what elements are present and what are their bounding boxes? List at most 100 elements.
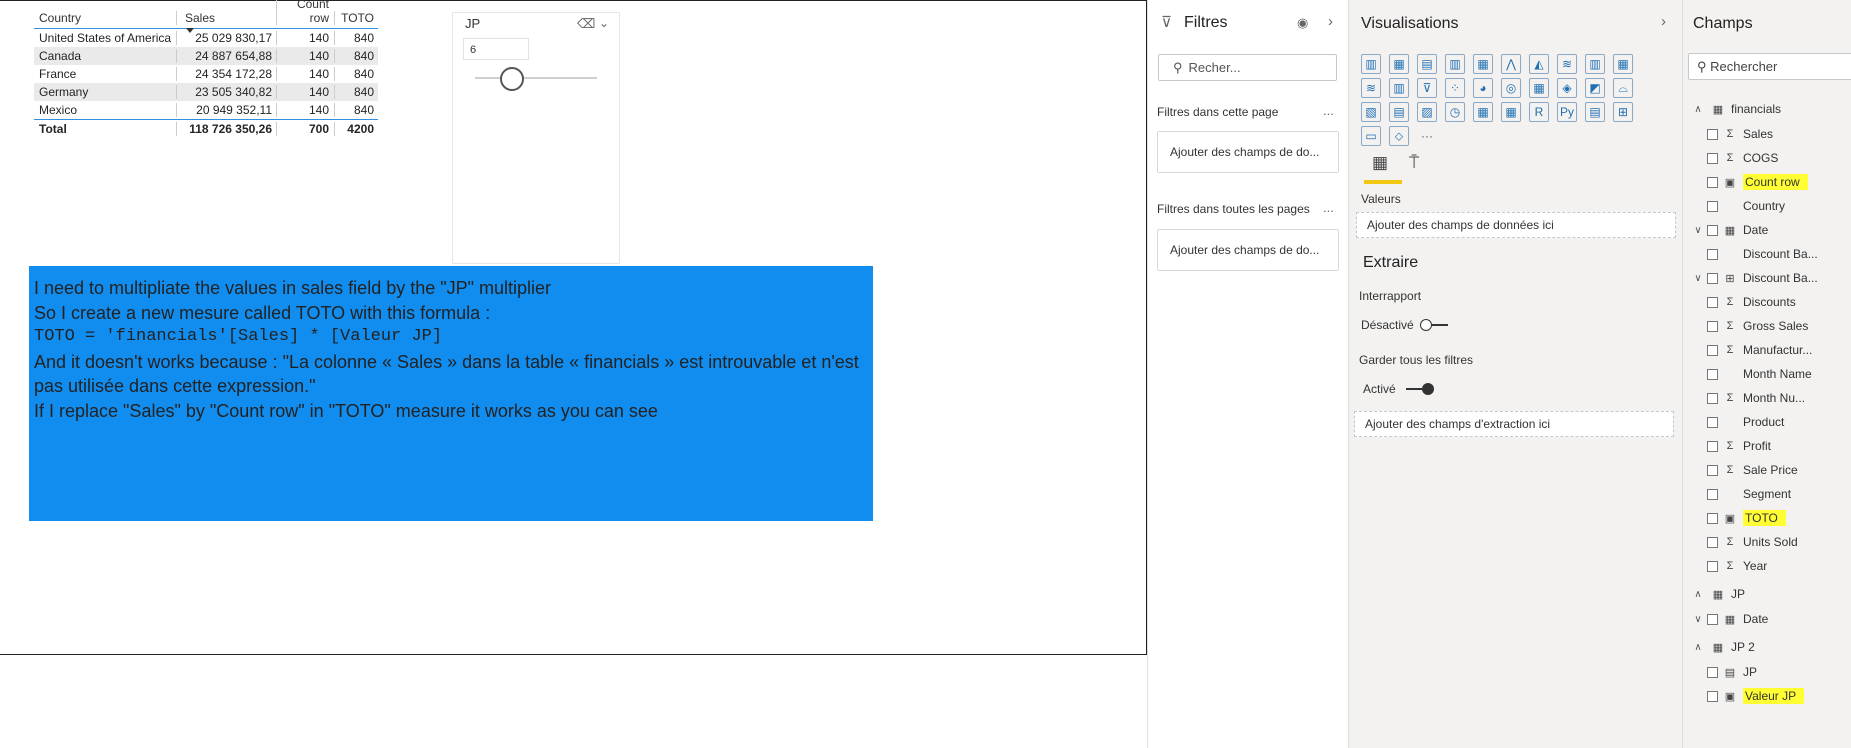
table-row[interactable]: Canada 24 887 654,88 140 840 — [34, 47, 378, 65]
visual-type-icon-5[interactable]: ▦ — [1473, 54, 1493, 74]
field-item[interactable]: Σ Year — [1689, 556, 1767, 576]
field-item[interactable]: Σ Gross Sales — [1689, 316, 1808, 336]
collapse-viz-chevron-icon[interactable]: › — [1661, 13, 1666, 30]
format-paint-roller-icon[interactable]: ⍑ — [1409, 153, 1419, 173]
visual-type-icon-23[interactable]: ▨ — [1417, 102, 1437, 122]
field-item[interactable]: ▣ Count row — [1689, 172, 1808, 192]
all-pages-filters-well[interactable]: Ajouter des champs de do... — [1157, 229, 1339, 271]
field-checkbox[interactable] — [1707, 248, 1718, 260]
field-item[interactable]: Σ COGS — [1689, 148, 1778, 168]
visual-type-icon-2[interactable]: ▦ — [1389, 54, 1409, 74]
extract-well[interactable]: Ajouter des champs d'extraction ici — [1354, 411, 1674, 437]
field-item[interactable]: Country — [1689, 196, 1785, 216]
visual-type-icon-1[interactable]: ▥ — [1361, 54, 1381, 74]
visual-type-icon-16[interactable]: ◎ — [1501, 78, 1521, 98]
field-item[interactable]: Σ Manufactur... — [1689, 340, 1812, 360]
field-checkbox[interactable] — [1707, 176, 1718, 188]
visual-type-icon-28[interactable]: Py — [1557, 102, 1577, 122]
visual-type-icon-13[interactable]: ⊽ — [1417, 78, 1437, 98]
field-checkbox[interactable] — [1707, 344, 1718, 356]
field-item[interactable]: ▤ JP — [1689, 662, 1757, 682]
visual-type-icon-12[interactable]: ▥ — [1389, 78, 1409, 98]
expand-chevron-icon[interactable]: ∨ — [1689, 273, 1707, 284]
field-checkbox[interactable] — [1707, 368, 1718, 380]
jp-slicer[interactable]: JP ⌫ ⌄ 6 — [452, 12, 620, 264]
visual-type-icon-9[interactable]: ▥ — [1585, 54, 1605, 74]
field-checkbox[interactable] — [1707, 464, 1718, 476]
visual-type-icon-4[interactable]: ▥ — [1445, 54, 1465, 74]
slicer-value-input[interactable]: 6 — [463, 38, 529, 60]
filters-search-input[interactable]: ⚲ Recher... — [1158, 54, 1337, 81]
visual-type-icon-26[interactable]: ▦ — [1501, 102, 1521, 122]
visual-type-icon-15[interactable]: ◕ — [1473, 78, 1493, 98]
field-item[interactable]: Σ Sale Price — [1689, 460, 1798, 480]
slider-handle[interactable] — [499, 67, 524, 91]
page-filters-more-icon[interactable]: ... — [1323, 103, 1334, 118]
expand-chevron-icon[interactable]: ∧ — [1689, 589, 1707, 600]
fields-search-input[interactable]: ⚲ Rechercher — [1688, 53, 1851, 80]
visual-type-icon-17[interactable]: ▦ — [1529, 78, 1549, 98]
visual-type-icon-6[interactable]: ⋀ — [1501, 54, 1521, 74]
field-table-jp[interactable]: ∧ ▦ JP — [1689, 584, 1745, 604]
visual-type-icon-31[interactable]: ▭ — [1361, 126, 1381, 146]
visual-type-icon-18[interactable]: ◈ — [1557, 78, 1577, 98]
values-well[interactable]: Ajouter des champs de données ici — [1356, 212, 1676, 238]
field-checkbox[interactable] — [1707, 488, 1718, 500]
field-checkbox[interactable] — [1707, 512, 1718, 524]
field-checkbox[interactable] — [1707, 613, 1718, 625]
eraser-icon[interactable]: ⌫ — [577, 16, 595, 32]
visual-type-icon-8[interactable]: ≋ — [1557, 54, 1577, 74]
all-filters-more-icon[interactable]: ... — [1323, 200, 1334, 215]
visual-type-icon-25[interactable]: ▦ — [1473, 102, 1493, 122]
field-item[interactable]: Σ Sales — [1689, 124, 1773, 144]
field-item[interactable]: Σ Profit — [1689, 436, 1771, 456]
page-filters-well[interactable]: Ajouter des champs de do... — [1157, 131, 1339, 173]
field-item[interactable]: Σ Month Nu... — [1689, 388, 1805, 408]
field-item[interactable]: ▣ TOTO — [1689, 508, 1786, 528]
field-checkbox[interactable] — [1707, 536, 1718, 548]
expand-chevron-icon[interactable]: ∧ — [1689, 104, 1707, 115]
field-item[interactable]: Month Name — [1689, 364, 1812, 384]
expand-chevron-icon[interactable]: ∨ — [1689, 614, 1707, 625]
visual-type-icon-3[interactable]: ▤ — [1417, 54, 1437, 74]
visual-type-icon-14[interactable]: ⁘ — [1445, 78, 1465, 98]
field-item[interactable]: Segment — [1689, 484, 1791, 504]
interreport-toggle[interactable] — [1420, 319, 1448, 331]
table-row[interactable]: Germany 23 505 340,82 140 840 — [34, 83, 378, 101]
field-item[interactable]: Σ Discounts — [1689, 292, 1796, 312]
visual-type-icon-7[interactable]: ◭ — [1529, 54, 1549, 74]
field-checkbox[interactable] — [1707, 560, 1718, 572]
table-row[interactable]: France 24 354 172,28 140 840 — [34, 65, 378, 83]
field-checkbox[interactable] — [1707, 666, 1718, 678]
sales-table-visual[interactable]: Country Sales Count row TOTO United Stat… — [34, 0, 378, 138]
visual-type-icon-27[interactable]: R — [1529, 102, 1549, 122]
field-table-financials[interactable]: ∧ ▦ financials — [1689, 99, 1781, 119]
field-item[interactable]: ∨ ⊞ Discount Ba... — [1689, 268, 1817, 288]
expand-chevron-icon[interactable]: ∨ — [1689, 225, 1707, 236]
field-item[interactable]: Discount Ba... — [1689, 244, 1818, 264]
chevron-down-icon[interactable]: ⌄ — [599, 16, 609, 30]
fields-well-tab-icon[interactable]: ▦ — [1372, 153, 1388, 173]
field-checkbox[interactable] — [1707, 296, 1718, 308]
field-checkbox[interactable] — [1707, 152, 1718, 164]
visual-type-icon-30[interactable]: ⊞ — [1613, 102, 1633, 122]
col-header-toto[interactable]: TOTO — [334, 11, 378, 25]
visual-type-icon-20[interactable]: ⌓ — [1613, 78, 1633, 98]
visual-type-icon-19[interactable]: ◩ — [1585, 78, 1605, 98]
field-item[interactable]: Product — [1689, 412, 1784, 432]
visual-type-icon-22[interactable]: ▤ — [1389, 102, 1409, 122]
visual-type-icon-29[interactable]: ▤ — [1585, 102, 1605, 122]
field-checkbox[interactable] — [1707, 392, 1718, 404]
field-checkbox[interactable] — [1707, 416, 1718, 428]
field-checkbox[interactable] — [1707, 200, 1718, 212]
expand-chevron-icon[interactable]: ∧ — [1689, 642, 1707, 653]
field-item[interactable]: ∨ ▦ Date — [1689, 609, 1768, 629]
keepfilters-toggle[interactable] — [1406, 383, 1434, 395]
field-checkbox[interactable] — [1707, 440, 1718, 452]
eye-icon[interactable]: ◉ — [1297, 15, 1308, 31]
field-checkbox[interactable] — [1707, 690, 1718, 702]
field-item[interactable]: ∨ ▦ Date — [1689, 220, 1768, 240]
col-header-country[interactable]: Country — [34, 11, 176, 25]
collapse-filters-chevron-icon[interactable]: › — [1328, 13, 1333, 30]
field-checkbox[interactable] — [1707, 272, 1718, 284]
